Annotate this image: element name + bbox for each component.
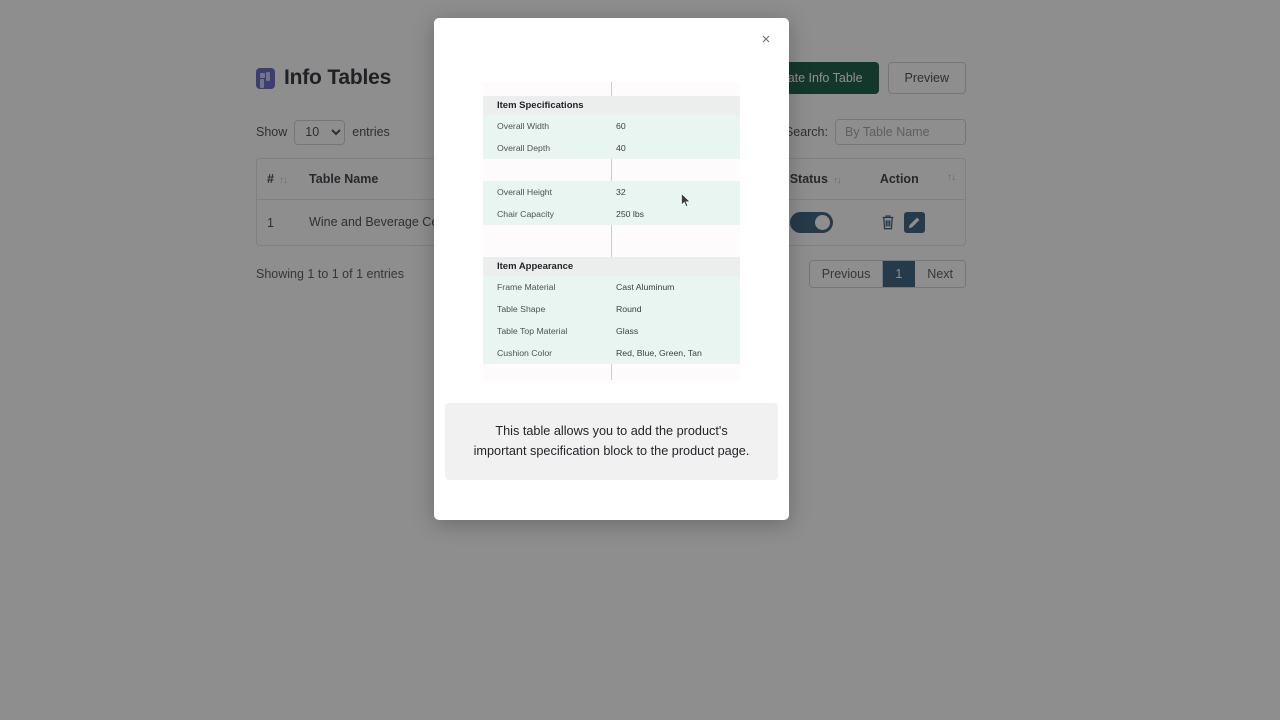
spec-row: Cushion Color Red, Blue, Green, Tan: [483, 342, 740, 364]
spec-label: Overall Depth: [497, 143, 551, 153]
spec-label: Table Shape: [497, 304, 546, 314]
spec-value: 60: [616, 121, 626, 131]
spec-value: 250 lbs: [616, 209, 645, 219]
spec-row: Table Top Material Glass: [483, 320, 740, 342]
spec-label: Overall Width: [497, 121, 550, 131]
spec-label: Chair Capacity: [497, 209, 554, 219]
spec-row: Overall Width 60: [483, 115, 740, 137]
spec-label: Overall Height: [497, 187, 553, 197]
mouse-cursor: [681, 193, 691, 208]
spec-row-empty: [483, 159, 740, 181]
spec-row: Chair Capacity 250 lbs: [483, 203, 740, 225]
spec-label: Frame Material: [497, 282, 556, 292]
spec-value: Red, Blue, Green, Tan: [616, 348, 702, 358]
specification-table-image: Item Specifications Overall Width 60 Ove…: [483, 82, 740, 380]
spec-table: Item Specifications Overall Width 60 Ove…: [483, 82, 740, 380]
spec-row: Table Shape Round: [483, 298, 740, 320]
spec-section-header-1: Item Specifications: [483, 96, 740, 115]
spec-row: Overall Height 32: [483, 181, 740, 203]
modal-description-note: This table allows you to add the product…: [445, 403, 778, 481]
spec-row-empty: [483, 364, 740, 380]
spec-label: Table Top Material: [497, 326, 568, 336]
spec-value: 40: [616, 143, 626, 153]
spec-value: Glass: [616, 326, 639, 336]
spec-row-empty: [483, 225, 740, 247]
spec-value: Round: [616, 304, 642, 314]
spec-section-header-2: Item Appearance: [483, 257, 740, 276]
spec-value: 32: [616, 187, 626, 197]
spec-label: Cushion Color: [497, 348, 553, 358]
spec-row: Frame Material Cast Aluminum: [483, 276, 740, 298]
spec-value: Cast Aluminum: [616, 282, 675, 292]
info-table-preview-modal: × Item Specifications Overall Width 60 O…: [434, 18, 789, 520]
spec-row: Overall Depth 40: [483, 137, 740, 159]
close-icon[interactable]: ×: [753, 26, 779, 52]
